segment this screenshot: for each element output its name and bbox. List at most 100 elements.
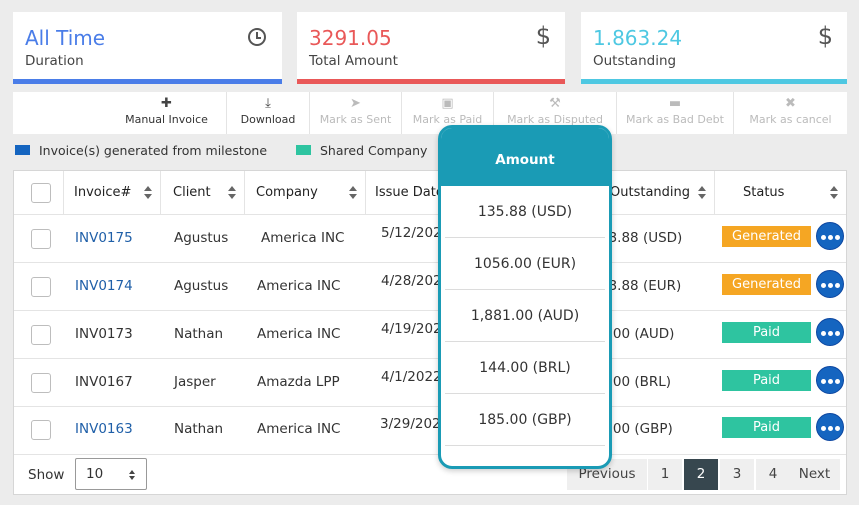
amount-column-header[interactable]: Amount bbox=[441, 128, 609, 186]
row-checkbox[interactable] bbox=[31, 277, 51, 297]
amount-cell: 135.88 (USD) bbox=[445, 186, 605, 238]
mark-as-bad-debt-label: Mark as Bad Debt bbox=[626, 113, 724, 126]
card-accent-bar bbox=[13, 79, 282, 84]
divider bbox=[14, 406, 846, 407]
invoice-link[interactable]: INV0174 bbox=[75, 278, 133, 294]
row-checkbox[interactable] bbox=[31, 373, 51, 393]
more-options-icon[interactable] bbox=[816, 366, 844, 394]
mark-as-cancel-button[interactable]: ✖ Mark as cancel bbox=[733, 92, 847, 134]
more-options-icon[interactable] bbox=[816, 413, 844, 441]
amount-cell: 144.00 (BRL) bbox=[445, 342, 605, 394]
download-icon: ⤓ bbox=[265, 96, 271, 111]
page-size-select[interactable]: 10 bbox=[75, 458, 147, 490]
client-cell: Jasper bbox=[174, 374, 216, 390]
invoice-number: INV0173 bbox=[75, 326, 133, 342]
issue-date-cell: 4/1/2022 bbox=[381, 369, 442, 385]
outstanding-value: 1.863.24 bbox=[593, 26, 683, 50]
total-amount-value: 3291.05 bbox=[309, 26, 392, 50]
page-size-value: 10 bbox=[86, 466, 104, 482]
divider bbox=[14, 214, 846, 215]
total-amount-label: Total Amount bbox=[309, 53, 398, 69]
page-4-button[interactable]: 4 bbox=[756, 459, 790, 490]
legend-label: Invoice(s) generated from milestone bbox=[39, 143, 268, 158]
column-header-outstanding[interactable]: Outstanding bbox=[608, 171, 715, 214]
money-icon: ▣ bbox=[441, 96, 454, 111]
status-badge: Paid bbox=[722, 417, 811, 438]
row-checkbox[interactable] bbox=[31, 229, 51, 249]
column-header-label: Outstanding bbox=[610, 185, 690, 200]
dollar-icon: $ bbox=[535, 22, 551, 50]
page-1-button[interactable]: 1 bbox=[648, 459, 682, 490]
status-badge: Paid bbox=[722, 370, 811, 391]
column-header-label: Company bbox=[256, 185, 318, 200]
page-2-button[interactable]: 2 bbox=[684, 459, 718, 490]
invoice-table: Invoice# Client Company Issue Date Outst… bbox=[13, 170, 847, 495]
select-all-header bbox=[14, 171, 64, 214]
mark-as-bad-debt-button[interactable]: ▬ Mark as Bad Debt bbox=[616, 92, 733, 134]
more-options-icon[interactable] bbox=[816, 222, 844, 250]
column-header-client[interactable]: Client bbox=[161, 171, 245, 214]
card-accent-bar bbox=[581, 79, 847, 84]
card-icon: ▬ bbox=[668, 96, 682, 111]
show-label: Show bbox=[28, 467, 65, 483]
manual-invoice-label: Manual Invoice bbox=[125, 113, 208, 126]
stat-card-outstanding: 1.863.24 Outstanding $ bbox=[581, 12, 847, 84]
invoice-link[interactable]: INV0175 bbox=[75, 230, 133, 246]
next-page-button[interactable]: Next bbox=[789, 459, 840, 490]
gavel-icon: ⚒ bbox=[549, 96, 561, 111]
client-cell: Nathan bbox=[174, 326, 224, 342]
legend-shared-company: Shared Company bbox=[296, 143, 427, 158]
duration-value: All Time bbox=[25, 26, 106, 50]
clock-icon bbox=[248, 28, 266, 46]
column-header-company[interactable]: Company bbox=[245, 171, 366, 214]
invoice-toolbar: ✚ Manual Invoice ⤓ Download ➤ Mark as Se… bbox=[13, 92, 847, 134]
page-3-button[interactable]: 3 bbox=[720, 459, 754, 490]
legend-milestone: Invoice(s) generated from milestone bbox=[15, 143, 267, 158]
download-label: Download bbox=[240, 113, 296, 126]
company-cell: America INC bbox=[257, 421, 341, 437]
company-cell: America INC bbox=[257, 278, 341, 294]
outstanding-cell: 13.88 (USD) bbox=[600, 230, 683, 246]
amount-column-highlight: Amount 135.88 (USD) 1056.00 (EUR) 1,881.… bbox=[438, 125, 612, 469]
company-cell: America INC bbox=[261, 230, 345, 246]
column-header-invoice[interactable]: Invoice# bbox=[64, 171, 161, 214]
column-header-issue-date[interactable]: Issue Date bbox=[366, 171, 446, 214]
row-checkbox[interactable] bbox=[31, 420, 51, 440]
sort-icon bbox=[830, 186, 838, 200]
divider bbox=[14, 310, 846, 311]
amount-cell: 185.00 (GBP) bbox=[445, 394, 605, 446]
divider bbox=[14, 454, 846, 455]
column-header-label: Client bbox=[173, 185, 211, 200]
client-cell: Agustus bbox=[174, 278, 229, 294]
client-cell: Agustus bbox=[174, 230, 229, 246]
send-icon: ➤ bbox=[350, 96, 361, 111]
card-accent-bar bbox=[297, 79, 565, 84]
row-checkbox[interactable] bbox=[31, 325, 51, 345]
select-all-checkbox[interactable] bbox=[31, 183, 51, 203]
outstanding-label: Outstanding bbox=[593, 53, 677, 69]
duration-label: Duration bbox=[25, 53, 84, 69]
column-header-label: Status bbox=[743, 185, 785, 200]
company-cell: America INC bbox=[257, 326, 341, 342]
divider bbox=[14, 358, 846, 359]
manual-invoice-button[interactable]: ✚ Manual Invoice bbox=[107, 92, 226, 134]
sort-icon bbox=[349, 186, 357, 200]
mark-as-sent-label: Mark as Sent bbox=[319, 113, 392, 126]
mark-as-sent-button[interactable]: ➤ Mark as Sent bbox=[309, 92, 401, 134]
download-button[interactable]: ⤓ Download bbox=[226, 92, 309, 134]
more-options-icon[interactable] bbox=[816, 318, 844, 346]
company-cell: Amazda LPP bbox=[257, 374, 340, 390]
select-arrows-icon bbox=[129, 470, 137, 482]
amount-cell: 1,881.00 (AUD) bbox=[445, 290, 605, 342]
column-header-status[interactable]: Status bbox=[715, 171, 846, 214]
status-badge: Generated bbox=[722, 226, 811, 247]
amount-cell: 1056.00 (EUR) bbox=[445, 238, 605, 290]
more-options-icon[interactable] bbox=[816, 270, 844, 298]
dollar-icon: $ bbox=[817, 22, 833, 50]
plus-icon: ✚ bbox=[161, 96, 172, 111]
sort-icon bbox=[144, 186, 152, 200]
legend-label: Shared Company bbox=[320, 143, 428, 158]
client-cell: Nathan bbox=[174, 421, 224, 437]
invoice-link[interactable]: INV0163 bbox=[75, 421, 133, 437]
outstanding-cell: 13.88 (EUR) bbox=[600, 278, 682, 294]
